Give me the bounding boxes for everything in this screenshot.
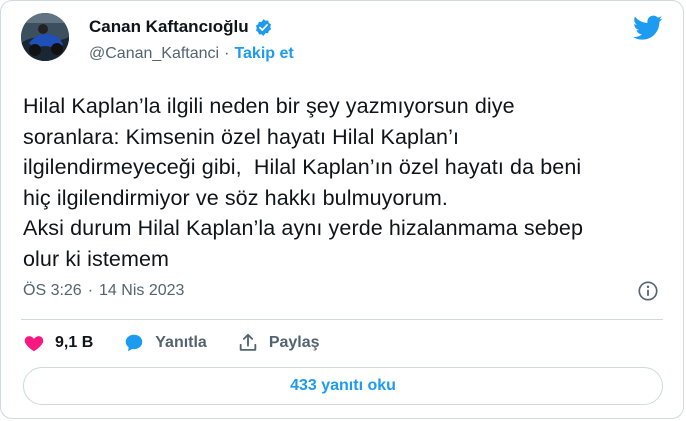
like-button[interactable]: 9,1 B [23, 332, 93, 354]
tweet-date[interactable]: 14 Nis 2023 [99, 282, 184, 300]
share-button[interactable]: Paylaş [237, 332, 320, 354]
divider [21, 319, 663, 320]
share-icon [239, 333, 257, 351]
follow-button[interactable]: Takip et [234, 45, 293, 63]
twitter-bird-icon[interactable] [633, 15, 663, 41]
timestamp-separator: · [87, 282, 94, 299]
author-display-name[interactable]: Canan Kaftancıoğlu [89, 17, 249, 37]
tweet-time[interactable]: ÖS 3:26 [23, 282, 82, 300]
avatar[interactable] [21, 13, 69, 61]
reply-bubble-icon [126, 334, 143, 352]
author-name-row: Canan Kaftancıoğlu [89, 17, 273, 37]
read-replies-button[interactable]: 433 yanıtı oku [23, 367, 663, 405]
author-handle-row: @Canan_Kaftanci · Takip et [89, 45, 294, 63]
reply-button[interactable]: Yanıtla [123, 332, 207, 354]
likes-count: 9,1 B [55, 334, 94, 351]
heart-icon [24, 336, 44, 352]
tweet-card: Canan Kaftancıoğlu @Canan_Kaftanci · Tak… [0, 0, 684, 419]
info-icon[interactable] [637, 280, 659, 302]
reply-label: Yanıtla [155, 334, 207, 351]
tweet-text: Hilal Kaplan’la ilgili neden bir şey yaz… [23, 94, 584, 271]
author-handle[interactable]: @Canan_Kaftanci [89, 45, 219, 63]
tweet-timestamp[interactable]: ÖS 3:26 · 14 Nis 2023 [23, 282, 184, 300]
verified-badge-icon [254, 18, 273, 37]
share-label: Paylaş [268, 334, 320, 351]
action-bar: 9,1 B Yanıtla Paylaş [23, 331, 350, 355]
handle-separator: · [224, 45, 230, 62]
